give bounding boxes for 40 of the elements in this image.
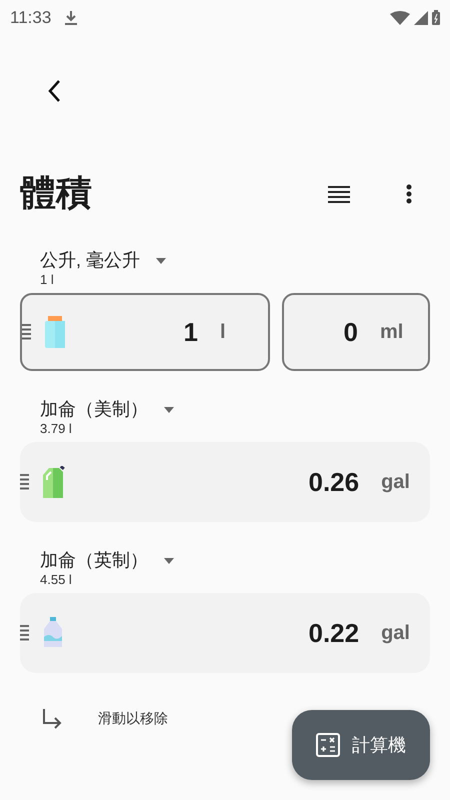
drag-handle-icon[interactable] (20, 474, 29, 490)
turn-arrow-icon (42, 709, 62, 729)
dropdown-icon[interactable] (164, 407, 174, 413)
download-icon (65, 10, 78, 24)
value-field[interactable]: 1 l (20, 293, 270, 371)
drag-handle-icon[interactable] (22, 324, 31, 340)
unit-selector[interactable]: 公升, 毫公升 (40, 248, 140, 272)
unit-ratio: 3.79 l (40, 421, 73, 436)
dropdown-icon[interactable] (164, 558, 174, 564)
jar-icon (43, 316, 67, 348)
back-icon[interactable] (47, 79, 61, 103)
value-field[interactable]: 0.22 gal (20, 593, 430, 673)
value-text: 0.26 (308, 466, 360, 498)
calculator-icon[interactable] (316, 733, 340, 757)
value-text: 1 (184, 316, 198, 348)
calculator-button[interactable]: 計算機 (292, 710, 430, 780)
more-icon[interactable] (406, 184, 412, 204)
unit-ratio: 4.55 l (40, 572, 73, 587)
value-text: 0 (344, 316, 358, 348)
water-jug-icon (41, 617, 65, 649)
list-icon[interactable] (328, 184, 350, 202)
jerrycan-icon (41, 466, 65, 498)
unit-symbol: l (220, 320, 227, 344)
dropdown-icon[interactable] (156, 258, 166, 264)
drag-handle-icon[interactable] (20, 625, 29, 641)
value-text: 0.22 (308, 618, 360, 648)
unit-symbol: gal (381, 622, 410, 644)
swipe-hint: 滑動以移除 (98, 710, 168, 728)
unit-selector[interactable]: 加侖（美制） (40, 397, 148, 421)
wifi-icon (390, 10, 410, 24)
unit-symbol: gal (381, 470, 410, 494)
unit-ratio: 1 l (40, 272, 55, 287)
status-time: 11:33 (10, 8, 52, 28)
battery-icon (432, 10, 440, 25)
page-title: 體積 (20, 171, 93, 215)
unit-selector[interactable]: 加侖（英制） (40, 548, 148, 572)
value-field[interactable]: 0 ml (282, 293, 430, 371)
value-field[interactable]: 0.26 gal (20, 442, 430, 522)
unit-symbol: ml (380, 320, 404, 344)
signal-icon (414, 10, 428, 24)
